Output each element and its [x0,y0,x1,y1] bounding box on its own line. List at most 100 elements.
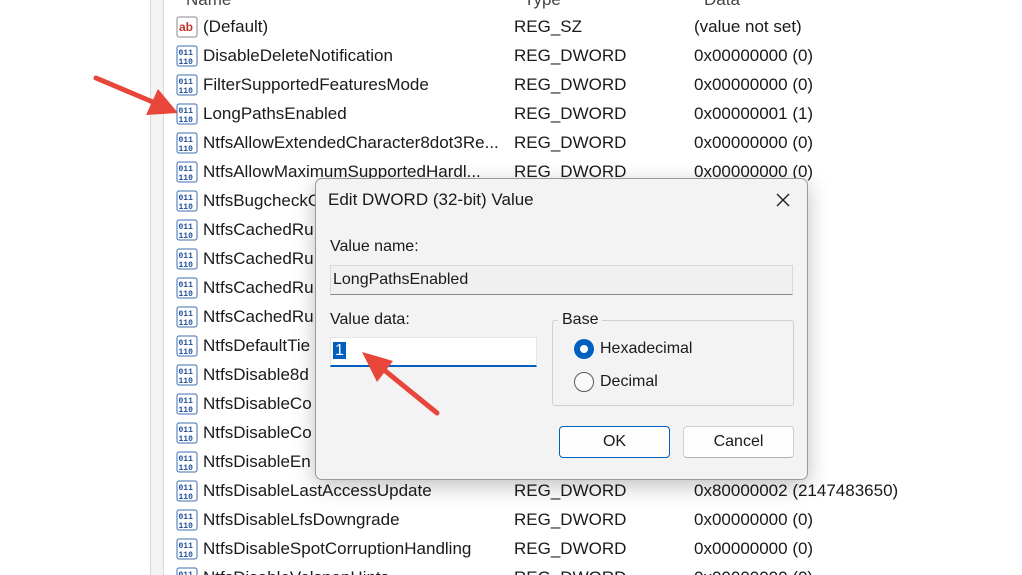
value-type: REG_DWORD [514,104,627,123]
hexadecimal-label: Hexadecimal [600,340,693,357]
value-data: 0x00000000 (0) [694,510,814,529]
decimal-radio[interactable]: Decimal [574,371,754,395]
svg-text:110: 110 [179,203,194,212]
cancel-button[interactable]: Cancel [683,426,794,458]
ok-button[interactable]: OK [559,426,670,458]
svg-text:011: 011 [179,252,194,261]
pane-splitter[interactable] [150,0,164,575]
dword-value-icon: 011110 [176,161,198,183]
value-data: 0x00000000 (0) [694,568,813,575]
radio-unselected-icon [574,372,594,392]
value-name: NtfsDisableLastAccessUpdate [203,481,432,500]
value-type: REG_DWORD [514,510,627,529]
list-header: Name Type Data [176,0,1016,10]
value-name: NtfsDisableSpotCorruptionHandling [203,539,472,558]
radio-selected-icon [574,339,594,359]
svg-text:110: 110 [179,377,194,386]
list-item[interactable]: 011110 NtfsDisableVolsnapHints REG_DWORD 0x… [166,564,1022,575]
svg-text:011: 011 [179,165,194,174]
value-data: 0x00000000 (0) [694,539,814,558]
dword-value-icon: 011110 [176,306,198,328]
dword-value-icon: 011110 [176,364,198,386]
value-name: DisableDeleteNotification [203,46,393,65]
value-name: NtfsDisableVolsnapHints [203,568,508,575]
dword-value-icon: 011110 [176,277,198,299]
svg-text:110: 110 [179,348,194,357]
svg-text:011: 011 [179,426,194,435]
svg-text:110: 110 [179,551,194,560]
list-item[interactable]: 011 110 DisableDeleteNotification REG_DWORD… [166,42,1022,71]
list-item[interactable]: 011 110 NtfsDisableLastAccessUpdate REG_DWO… [166,477,1022,506]
svg-text:ab: ab [179,20,193,34]
svg-text:110: 110 [179,232,194,241]
base-label: Base [558,311,603,329]
dword-value-icon: 011110 [176,45,198,67]
value-type: REG_DWORD [514,539,627,558]
svg-text:011: 011 [179,368,194,377]
value-data-input[interactable]: 1 [330,337,537,367]
value-name-label: Value name: [330,238,419,255]
value-name: FilterSupportedFeaturesMode [203,75,429,94]
value-data-text: 1 [333,342,346,359]
svg-text:110: 110 [179,435,194,444]
dword-value-icon: 011110 [176,248,198,270]
header-name[interactable]: Name [186,0,231,10]
svg-text:011: 011 [179,49,194,58]
value-type: REG_DWORD [514,568,626,575]
value-type: REG_DWORD [514,481,627,500]
list-item[interactable]: 011 110 NtfsDisableLfsDowngrade REG_DWORD 0x… [166,506,1022,535]
svg-text:011: 011 [179,513,194,522]
header-type[interactable]: Type [524,0,561,10]
value-data: 0x00000000 (0) [694,75,814,94]
dword-value-icon: 011110 [176,422,198,444]
close-button[interactable] [765,185,801,215]
value-name: LongPathsEnabled [203,104,347,123]
svg-text:110: 110 [179,116,194,125]
svg-text:011: 011 [179,281,194,290]
header-data[interactable]: Data [704,0,740,10]
svg-text:011: 011 [179,339,194,348]
value-name: (Default) [203,17,269,36]
dword-value-icon: 011110 [176,132,198,154]
decimal-label: Decimal [600,373,658,390]
svg-text:110: 110 [179,406,194,415]
dword-value-icon: 011110 [176,335,198,357]
tree-pane [0,0,150,575]
svg-text:110: 110 [179,522,194,531]
value-name: NtfsAllowExtendedCharacter8dot3Re... [203,133,499,152]
svg-text:110: 110 [179,493,194,502]
dword-value-icon: 011110 [176,480,198,502]
value-data: 0x00000000 (0) [694,46,814,65]
svg-text:011: 011 [179,78,194,87]
svg-text:011: 011 [179,571,194,575]
svg-text:110: 110 [179,145,194,154]
value-name: NtfsDisableLfsDowngrade [203,510,400,529]
dword-value-icon: 011110 [176,74,198,96]
svg-text:011: 011 [179,542,194,551]
dword-value-icon: 011110 [176,190,198,212]
dialog-title: Edit DWORD (32-bit) Value [328,190,534,209]
svg-text:011: 011 [179,136,194,145]
value-type: REG_SZ [514,17,583,36]
list-item[interactable]: 011 110 NtfsDisableSpotCorruptionHandling R… [166,535,1022,564]
value-data: 0x80000002 (2147483650) [694,481,899,500]
svg-text:011: 011 [179,107,194,116]
list-item[interactable]: 011 110 FilterSupportedFeaturesMode REG_DWO… [166,71,1022,100]
close-icon [776,193,790,207]
hexadecimal-radio[interactable]: Hexadecimal [574,338,754,362]
svg-text:011: 011 [179,455,194,464]
svg-text:011: 011 [179,310,194,319]
list-item[interactable]: 011 110 LongPathsEnabled REG_DWORD 0x0000000… [166,100,1022,129]
svg-text:110: 110 [179,261,194,270]
list-item[interactable]: ab (Default) REG_SZ (value not set) [166,13,1022,42]
value-type: REG_DWORD [514,133,627,152]
svg-text:011: 011 [179,223,194,232]
dword-value-icon: 011110 [176,567,198,575]
value-data-label: Value data: [330,311,410,328]
svg-text:110: 110 [179,464,194,473]
list-item[interactable]: 011 110 NtfsAllowExtendedCharacter8dot3Re.… [166,129,1022,158]
svg-text:110: 110 [179,87,194,96]
svg-text:011: 011 [179,194,194,203]
dword-value-icon: 011110 [176,219,198,241]
dword-value-icon: 011110 [176,451,198,473]
